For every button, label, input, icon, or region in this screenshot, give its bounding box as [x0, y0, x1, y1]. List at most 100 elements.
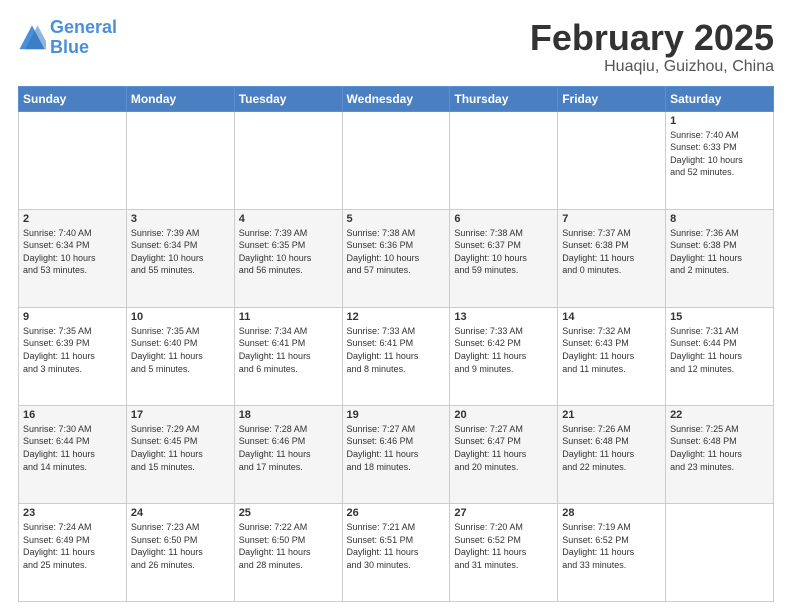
day-number: 15 — [670, 311, 769, 323]
calendar-week-1: 2 Sunrise: 7:40 AM Sunset: 6:34 PM Daylig… — [19, 209, 774, 307]
calendar-cell: 21 Sunrise: 7:26 AM Sunset: 6:48 PM Dayli… — [558, 405, 666, 503]
logo: General Blue — [18, 18, 117, 58]
day-info: Sunrise: 7:37 AM Sunset: 6:38 PM Dayligh… — [562, 227, 661, 277]
day-number: 26 — [347, 507, 446, 519]
day-number: 4 — [239, 213, 338, 225]
day-number: 19 — [347, 409, 446, 421]
calendar-cell: 19 Sunrise: 7:27 AM Sunset: 6:46 PM Dayli… — [342, 405, 450, 503]
calendar-week-3: 16Sunrise: 7:30 AM Sunset: 6:44 PM Dayli… — [19, 405, 774, 503]
day-info: Sunrise: 7:34 AM Sunset: 6:41 PM Dayligh… — [239, 325, 338, 375]
day-info: Sunrise: 7:36 AM Sunset: 6:38 PM Dayligh… — [670, 227, 769, 277]
calendar-week-4: 23 Sunrise: 7:24 AM Sunset: 6:49 PM Dayli… — [19, 503, 774, 601]
day-info: Sunrise: 7:31 AM Sunset: 6:44 PM Dayligh… — [670, 325, 769, 375]
calendar-cell: 3 Sunrise: 7:39 AM Sunset: 6:34 PM Daylig… — [126, 209, 234, 307]
day-number: 20 — [454, 409, 553, 421]
day-number: 3 — [131, 213, 230, 225]
day-number: 7 — [562, 213, 661, 225]
location: Huaqiu, Guizhou, China — [530, 58, 774, 76]
day-number: 21 — [562, 409, 661, 421]
day-number: 12 — [347, 311, 446, 323]
day-number: 28 — [562, 507, 661, 519]
calendar-cell: 28Sunrise: 7:19 AM Sunset: 6:52 PM Dayli… — [558, 503, 666, 601]
calendar-cell: 13 Sunrise: 7:33 AM Sunset: 6:42 PM Dayli… — [450, 307, 558, 405]
calendar-cell: 22Sunrise: 7:25 AM Sunset: 6:48 PM Dayli… — [666, 405, 774, 503]
day-info: Sunrise: 7:40 AM Sunset: 6:34 PM Dayligh… — [23, 227, 122, 277]
col-saturday: Saturday — [666, 86, 774, 111]
calendar-cell: 6Sunrise: 7:38 AM Sunset: 6:37 PM Daylig… — [450, 209, 558, 307]
day-info: Sunrise: 7:40 AM Sunset: 6:33 PM Dayligh… — [670, 129, 769, 179]
calendar-cell: 11 Sunrise: 7:34 AM Sunset: 6:41 PM Dayli… — [234, 307, 342, 405]
day-number: 18 — [239, 409, 338, 421]
day-info: Sunrise: 7:27 AM Sunset: 6:46 PM Dayligh… — [347, 423, 446, 473]
day-info: Sunrise: 7:33 AM Sunset: 6:42 PM Dayligh… — [454, 325, 553, 375]
month-title: February 2025 — [530, 18, 774, 58]
calendar-cell: 27 Sunrise: 7:20 AM Sunset: 6:52 PM Dayli… — [450, 503, 558, 601]
calendar-week-0: 1 Sunrise: 7:40 AM Sunset: 6:33 PM Daylig… — [19, 111, 774, 209]
calendar-cell: 12 Sunrise: 7:33 AM Sunset: 6:41 PM Dayli… — [342, 307, 450, 405]
day-number: 25 — [239, 507, 338, 519]
col-monday: Monday — [126, 86, 234, 111]
day-info: Sunrise: 7:23 AM Sunset: 6:50 PM Dayligh… — [131, 521, 230, 571]
col-sunday: Sunday — [19, 86, 127, 111]
calendar-cell — [19, 111, 127, 209]
logo-icon — [18, 24, 46, 52]
col-tuesday: Tuesday — [234, 86, 342, 111]
calendar-cell: 5 Sunrise: 7:38 AM Sunset: 6:36 PM Daylig… — [342, 209, 450, 307]
calendar-cell: 7 Sunrise: 7:37 AM Sunset: 6:38 PM Daylig… — [558, 209, 666, 307]
calendar-cell: 24 Sunrise: 7:23 AM Sunset: 6:50 PM Dayli… — [126, 503, 234, 601]
calendar-cell: 2 Sunrise: 7:40 AM Sunset: 6:34 PM Daylig… — [19, 209, 127, 307]
title-block: February 2025 Huaqiu, Guizhou, China — [530, 18, 774, 76]
calendar-header-row: Sunday Monday Tuesday Wednesday Thursday… — [19, 86, 774, 111]
calendar-cell: 15 Sunrise: 7:31 AM Sunset: 6:44 PM Dayli… — [666, 307, 774, 405]
day-number: 11 — [239, 311, 338, 323]
day-info: Sunrise: 7:33 AM Sunset: 6:41 PM Dayligh… — [347, 325, 446, 375]
day-number: 2 — [23, 213, 122, 225]
calendar-cell: 23 Sunrise: 7:24 AM Sunset: 6:49 PM Dayli… — [19, 503, 127, 601]
day-number: 17 — [131, 409, 230, 421]
calendar-cell: 1 Sunrise: 7:40 AM Sunset: 6:33 PM Daylig… — [666, 111, 774, 209]
calendar-cell: 17 Sunrise: 7:29 AM Sunset: 6:45 PM Dayli… — [126, 405, 234, 503]
day-number: 24 — [131, 507, 230, 519]
calendar-cell — [666, 503, 774, 601]
logo-text: General Blue — [50, 18, 117, 58]
col-wednesday: Wednesday — [342, 86, 450, 111]
calendar-cell — [234, 111, 342, 209]
day-info: Sunrise: 7:39 AM Sunset: 6:35 PM Dayligh… — [239, 227, 338, 277]
calendar-cell — [558, 111, 666, 209]
day-number: 22 — [670, 409, 769, 421]
day-info: Sunrise: 7:38 AM Sunset: 6:36 PM Dayligh… — [347, 227, 446, 277]
header: General Blue February 2025 Huaqiu, Guizh… — [18, 18, 774, 76]
logo-line1: General — [50, 17, 117, 37]
day-number: 27 — [454, 507, 553, 519]
calendar-cell: 8 Sunrise: 7:36 AM Sunset: 6:38 PM Daylig… — [666, 209, 774, 307]
page: General Blue February 2025 Huaqiu, Guizh… — [0, 0, 792, 612]
day-info: Sunrise: 7:21 AM Sunset: 6:51 PM Dayligh… — [347, 521, 446, 571]
calendar-week-2: 9Sunrise: 7:35 AM Sunset: 6:39 PM Daylig… — [19, 307, 774, 405]
day-info: Sunrise: 7:35 AM Sunset: 6:39 PM Dayligh… — [23, 325, 122, 375]
day-info: Sunrise: 7:24 AM Sunset: 6:49 PM Dayligh… — [23, 521, 122, 571]
calendar-cell: 10 Sunrise: 7:35 AM Sunset: 6:40 PM Dayli… — [126, 307, 234, 405]
day-info: Sunrise: 7:20 AM Sunset: 6:52 PM Dayligh… — [454, 521, 553, 571]
calendar-cell: 4 Sunrise: 7:39 AM Sunset: 6:35 PM Daylig… — [234, 209, 342, 307]
logo-line2: Blue — [50, 37, 89, 57]
day-number: 13 — [454, 311, 553, 323]
calendar-cell: 25 Sunrise: 7:22 AM Sunset: 6:50 PM Dayli… — [234, 503, 342, 601]
calendar-cell: 18Sunrise: 7:28 AM Sunset: 6:46 PM Dayli… — [234, 405, 342, 503]
day-number: 1 — [670, 115, 769, 127]
calendar-cell: 16Sunrise: 7:30 AM Sunset: 6:44 PM Dayli… — [19, 405, 127, 503]
day-info: Sunrise: 7:26 AM Sunset: 6:48 PM Dayligh… — [562, 423, 661, 473]
day-number: 6 — [454, 213, 553, 225]
day-info: Sunrise: 7:22 AM Sunset: 6:50 PM Dayligh… — [239, 521, 338, 571]
day-info: Sunrise: 7:35 AM Sunset: 6:40 PM Dayligh… — [131, 325, 230, 375]
day-number: 23 — [23, 507, 122, 519]
day-number: 5 — [347, 213, 446, 225]
day-number: 10 — [131, 311, 230, 323]
day-info: Sunrise: 7:39 AM Sunset: 6:34 PM Dayligh… — [131, 227, 230, 277]
day-info: Sunrise: 7:30 AM Sunset: 6:44 PM Dayligh… — [23, 423, 122, 473]
day-number: 14 — [562, 311, 661, 323]
calendar-cell: 26 Sunrise: 7:21 AM Sunset: 6:51 PM Dayli… — [342, 503, 450, 601]
calendar-table: Sunday Monday Tuesday Wednesday Thursday… — [18, 86, 774, 602]
day-info: Sunrise: 7:29 AM Sunset: 6:45 PM Dayligh… — [131, 423, 230, 473]
calendar-cell — [126, 111, 234, 209]
day-number: 8 — [670, 213, 769, 225]
